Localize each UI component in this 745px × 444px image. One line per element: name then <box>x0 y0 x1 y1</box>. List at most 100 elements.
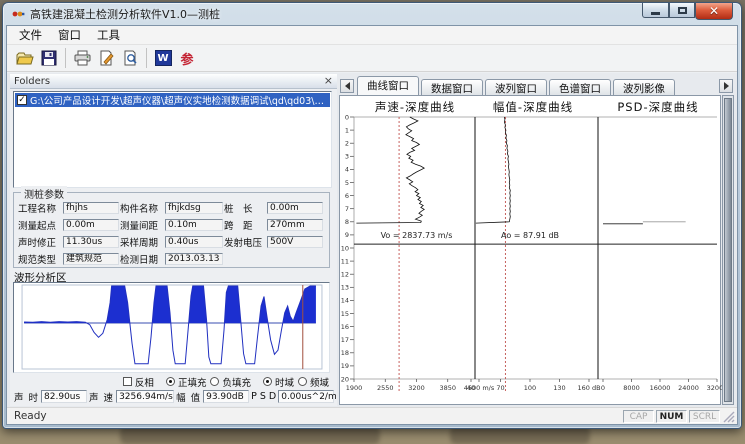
fill-pos-label: 正填充 <box>178 375 207 389</box>
svg-text:Ao = 87.91 dB: Ao = 87.91 dB <box>501 231 559 240</box>
parameters-button[interactable]: 参 <box>175 46 199 70</box>
folders-close-icon[interactable]: × <box>324 76 333 86</box>
param-label: 工程名称 <box>18 201 62 215</box>
svg-text:18: 18 <box>341 349 349 357</box>
svg-text:70: 70 <box>496 384 504 392</box>
client-area: Folders × ✓ G:\公司产品设计开发\超声仪器\超声仪实地检测数据调试… <box>7 73 737 407</box>
interval-field[interactable]: 0.10m <box>165 219 223 231</box>
standard-type-field[interactable]: 建筑规范 <box>63 253 119 265</box>
waveform-plot[interactable] <box>13 282 330 373</box>
toolbar-separator <box>146 48 147 68</box>
invert-label: 反相 <box>135 375 154 389</box>
param-label: 构件名称 <box>120 201 164 215</box>
folders-pane-title: Folders <box>14 76 50 87</box>
component-name-field[interactable]: fhjkdsg <box>165 202 223 214</box>
save-button[interactable] <box>37 46 61 70</box>
svg-text:3200: 3200 <box>408 384 425 392</box>
project-name-field[interactable]: fhjhs <box>63 202 119 214</box>
span-field[interactable]: 270mm <box>267 219 323 231</box>
close-button[interactable]: ✕ <box>695 3 733 20</box>
fill-pos-radio[interactable] <box>166 377 175 386</box>
app-window: 高铁建混凝土检测分析软件V1.0—测桩 ✕ 文件 窗口 工具 <box>2 2 742 429</box>
sound-time-label: 声 时 <box>14 390 39 404</box>
test-date-field[interactable]: 2013.03.13 <box>165 253 223 265</box>
time-domain-radio[interactable] <box>263 377 272 386</box>
print-preview-button[interactable] <box>118 46 142 70</box>
menu-window[interactable]: 窗口 <box>50 25 89 45</box>
fill-pos-radio-group[interactable]: 正填充 <box>166 375 207 389</box>
tab-wavetrain-window[interactable]: 波列窗口 <box>485 79 547 95</box>
param-label: 测量起点 <box>18 218 62 232</box>
file-list-item[interactable]: ✓ G:\公司产品设计开发\超声仪器\超声仪实地检测数据调试\qd\qd03\q… <box>15 93 330 107</box>
svg-text:0: 0 <box>601 384 605 392</box>
start-point-field[interactable]: 0.00m <box>63 219 119 231</box>
fill-neg-radio-group[interactable]: 负填充 <box>210 375 251 389</box>
svg-text:100: 100 <box>524 384 536 392</box>
svg-text:5: 5 <box>345 179 349 187</box>
open-button[interactable] <box>13 46 37 70</box>
file-listbox[interactable]: ✓ G:\公司产品设计开发\超声仪器\超声仪实地检测数据调试\qd\qd03\q… <box>13 91 332 188</box>
waveform-controls: 反相 正填充 负填充 时域 <box>10 375 329 388</box>
app-icon <box>11 7 25 21</box>
tab-scroll-right-button[interactable] <box>719 79 733 93</box>
caps-indicator: CAP <box>623 410 654 423</box>
svg-text:1: 1 <box>345 126 349 134</box>
sound-speed-field[interactable]: 3256.94m/s <box>116 390 174 403</box>
fill-neg-radio[interactable] <box>210 377 219 386</box>
param-label: 跨 距 <box>224 218 266 232</box>
printer-icon <box>73 50 92 66</box>
readout-row: 声 时 82.90us 声 速 3256.94m/s 幅 值 93.90dB P… <box>14 389 333 404</box>
svg-text:14: 14 <box>341 297 349 305</box>
tab-curve-window[interactable]: 曲线窗口 <box>357 76 419 95</box>
time-domain-radio-group[interactable]: 时域 <box>263 375 294 389</box>
scrollbar-thumb[interactable] <box>724 98 732 402</box>
svg-text:19: 19 <box>341 362 349 370</box>
svg-text:3850: 3850 <box>439 384 456 392</box>
menu-tools[interactable]: 工具 <box>89 25 128 45</box>
tab-data-window[interactable]: 数据窗口 <box>421 79 483 95</box>
svg-text:24000: 24000 <box>678 384 699 392</box>
psd-field[interactable]: 0.00us^2/m <box>278 390 334 403</box>
voltage-field[interactable]: 500V <box>267 236 323 248</box>
svg-text:4: 4 <box>345 166 349 174</box>
window-body: 文件 窗口 工具 <box>6 25 738 425</box>
resize-grip[interactable] <box>722 410 735 423</box>
sample-period-field[interactable]: 0.40us <box>165 236 223 248</box>
status-bar: Ready CAP NUM SCRL <box>7 407 737 424</box>
pile-length-field[interactable]: 0.00m <box>267 202 323 214</box>
tab-scroll-left-button[interactable] <box>340 79 354 93</box>
svg-text:160 dB: 160 dB <box>577 384 600 392</box>
word-export-button[interactable]: W <box>151 46 175 70</box>
time-correction-field[interactable]: 11.30us <box>63 236 119 248</box>
invert-checkbox[interactable] <box>123 377 132 386</box>
freq-domain-label: 频域 <box>310 375 329 389</box>
close-icon: ✕ <box>709 4 719 18</box>
curve-chart-area[interactable]: 声速-深度曲线 幅值-深度曲线 PSD-深度曲线 012345678910111… <box>339 95 721 405</box>
maximize-button[interactable] <box>669 3 695 18</box>
sound-time-field[interactable]: 82.90us <box>41 390 87 403</box>
menu-bar: 文件 窗口 工具 <box>7 26 737 45</box>
invert-checkbox-group[interactable]: 反相 <box>123 375 154 389</box>
param-label: 测量间距 <box>120 218 164 232</box>
print-setup-button[interactable] <box>94 46 118 70</box>
scroll-indicator: SCRL <box>689 410 720 423</box>
amplitude-field[interactable]: 93.90dB <box>203 390 249 403</box>
open-folder-icon <box>16 51 35 66</box>
minimize-button[interactable] <box>642 3 669 18</box>
group-title: 测桩参数 <box>21 186 67 201</box>
svg-text:13: 13 <box>341 284 349 292</box>
file-checkbox[interactable]: ✓ <box>17 95 27 105</box>
print-button[interactable] <box>70 46 94 70</box>
tab-spectrum-window[interactable]: 色谱窗口 <box>549 79 611 95</box>
num-indicator: NUM <box>656 410 687 423</box>
svg-text:6: 6 <box>345 192 349 200</box>
menu-file[interactable]: 文件 <box>11 25 50 45</box>
folders-pane: Folders × ✓ G:\公司产品设计开发\超声仪器\超声仪实地检测数据调试… <box>10 74 337 406</box>
vertical-scrollbar[interactable] <box>722 95 734 405</box>
status-message: Ready <box>14 410 47 422</box>
pile-params-group: 测桩参数 工程名称 fhjhs 构件名称 fhjkdsg 桩 长 0.00m 测… <box>13 192 330 268</box>
tab-wavetrain-image[interactable]: 波列影像 <box>613 79 675 95</box>
title-bar[interactable]: 高铁建混凝土检测分析软件V1.0—测桩 ✕ <box>3 3 741 25</box>
freq-domain-radio-group[interactable]: 频域 <box>298 375 329 389</box>
freq-domain-radio[interactable] <box>298 377 307 386</box>
